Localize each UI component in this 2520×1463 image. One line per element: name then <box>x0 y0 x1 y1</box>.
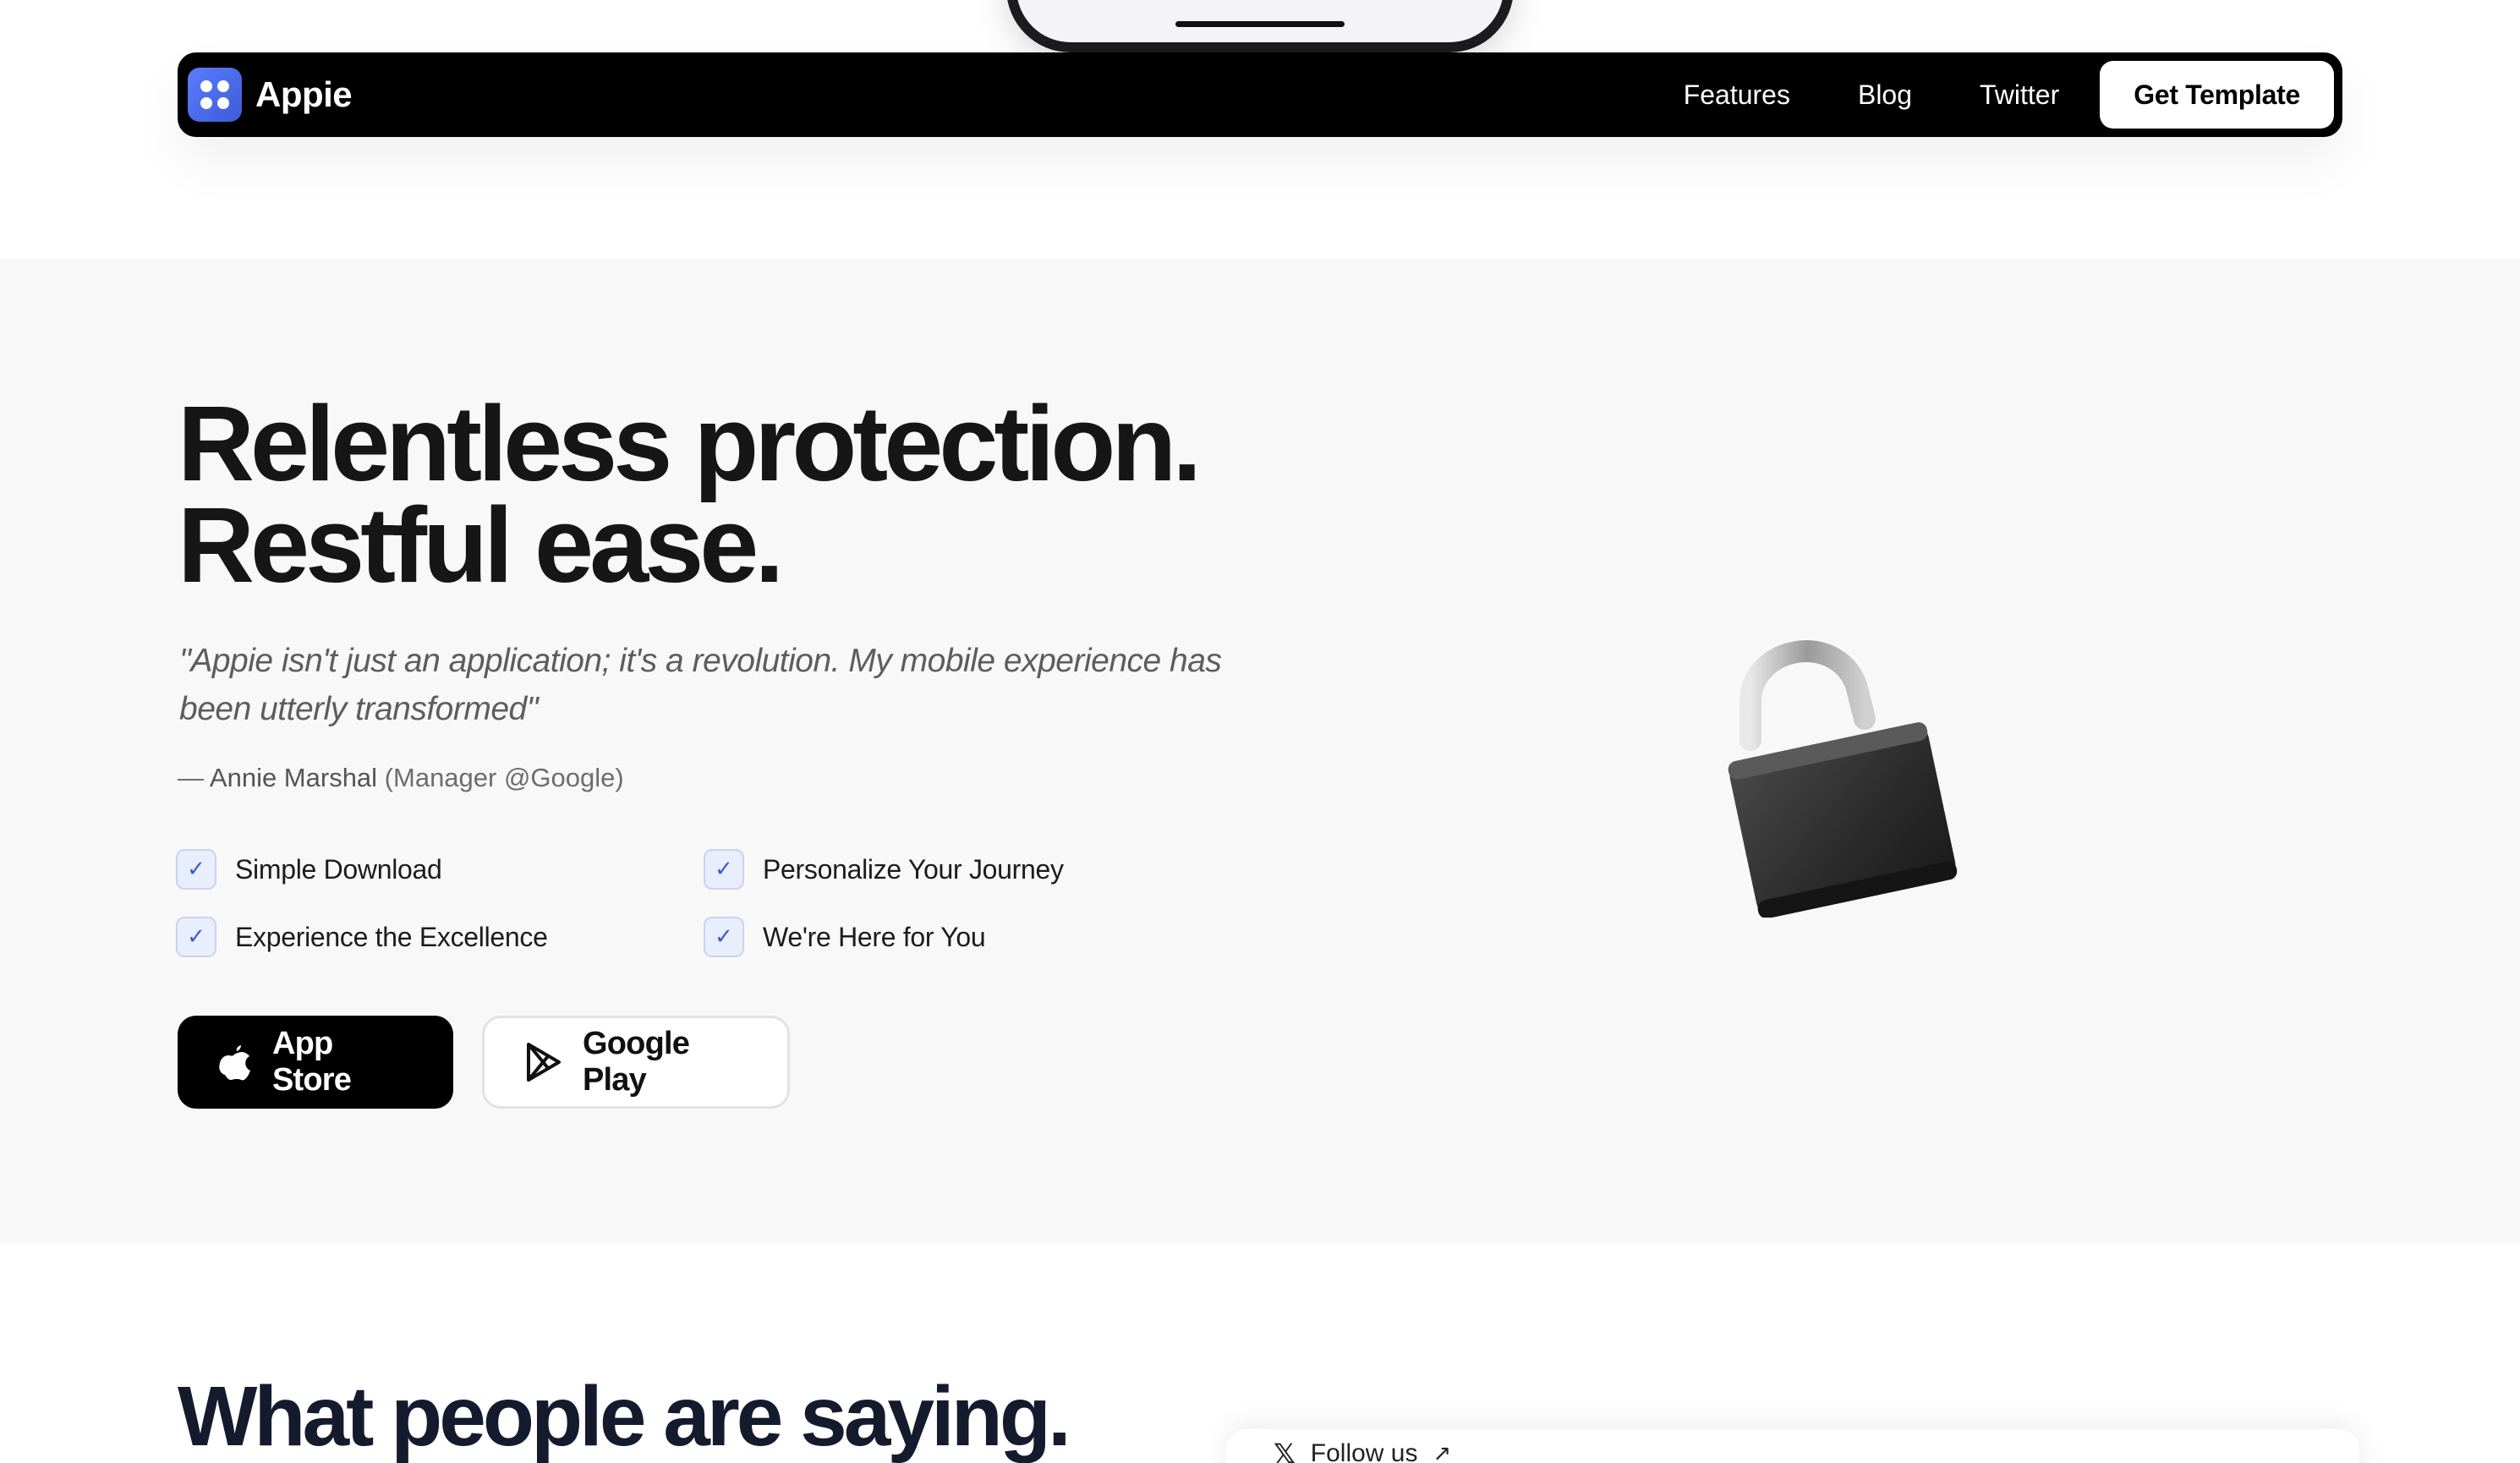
app-store-button[interactable]: App Store <box>178 1016 453 1109</box>
feature-item: ✓ Personalize Your Journey <box>704 849 1177 890</box>
check-icon: ✓ <box>704 917 744 957</box>
check-icon: ✓ <box>704 849 744 890</box>
feature-label: We're Here for You <box>763 921 986 952</box>
feature-label: Experience the Excellence <box>235 921 548 952</box>
x-icon: 𝕏 <box>1274 1438 1296 1463</box>
quote-attribution: — Annie Marshal (Manager @Google) <box>178 763 624 793</box>
feature-item: ✓ Simple Download <box>176 849 704 890</box>
external-arrow-icon: ↗ <box>1433 1441 1452 1463</box>
apple-icon <box>219 1045 250 1081</box>
follow-us-link[interactable]: 𝕏 Follow us ↗ <box>1274 1438 1451 1463</box>
brand[interactable]: Appie <box>188 68 353 122</box>
feature-item: ✓ Experience the Excellence <box>176 917 704 957</box>
top-navbar: Appie Features Blog Twitter Get Template <box>178 52 2342 137</box>
feature-label: Personalize Your Journey <box>763 853 1064 885</box>
hero-title-line-2: Restful ease. <box>178 485 784 605</box>
hero-title-line-1: Relentless protection. <box>178 384 1202 503</box>
hero-section: Relentless protection. Restful ease. "Ap… <box>0 258 2520 1243</box>
attribution-name: Annie Marshal <box>209 763 378 792</box>
nav-link-features[interactable]: Features <box>1650 79 1824 111</box>
nav-link-blog[interactable]: Blog <box>1824 79 1946 111</box>
attribution-role: (Manager @Google) <box>377 763 624 792</box>
testimonial-quote: "Appie isn't just an application; it's a… <box>179 643 1222 727</box>
get-template-button[interactable]: Get Template <box>2100 61 2334 129</box>
feature-list: ✓ Simple Download ✓ Personalize Your Jou… <box>176 849 1177 957</box>
follow-us-label: Follow us <box>1310 1439 1418 1463</box>
app-logo-icon <box>188 68 242 122</box>
phone-home-indicator <box>1175 21 1345 27</box>
store-buttons: App Store Google Play <box>178 1016 790 1109</box>
attribution-dash: — <box>178 763 210 792</box>
google-play-label: Google Play <box>583 1026 690 1098</box>
nav-links: Features Blog Twitter Get Template <box>1650 61 2334 129</box>
brand-name: Appie <box>255 74 353 114</box>
padlock-icon <box>1728 640 1958 918</box>
page: Appie Features Blog Twitter Get Template… <box>0 0 2520 1463</box>
feature-item: ✓ We're Here for You <box>704 917 1177 957</box>
hero-title: Relentless protection. Restful ease. <box>178 384 1202 605</box>
nav-link-twitter[interactable]: Twitter <box>1946 79 2093 111</box>
testimonials-title: What people are saying. <box>178 1369 1071 1463</box>
google-play-button[interactable]: Google Play <box>482 1016 790 1109</box>
phone-mockup-bottom <box>1006 0 1514 52</box>
app-store-label: App Store <box>272 1026 352 1098</box>
check-icon: ✓ <box>176 917 216 957</box>
google-play-icon <box>527 1043 561 1082</box>
check-icon: ✓ <box>176 849 216 890</box>
feature-label: Simple Download <box>235 853 442 885</box>
